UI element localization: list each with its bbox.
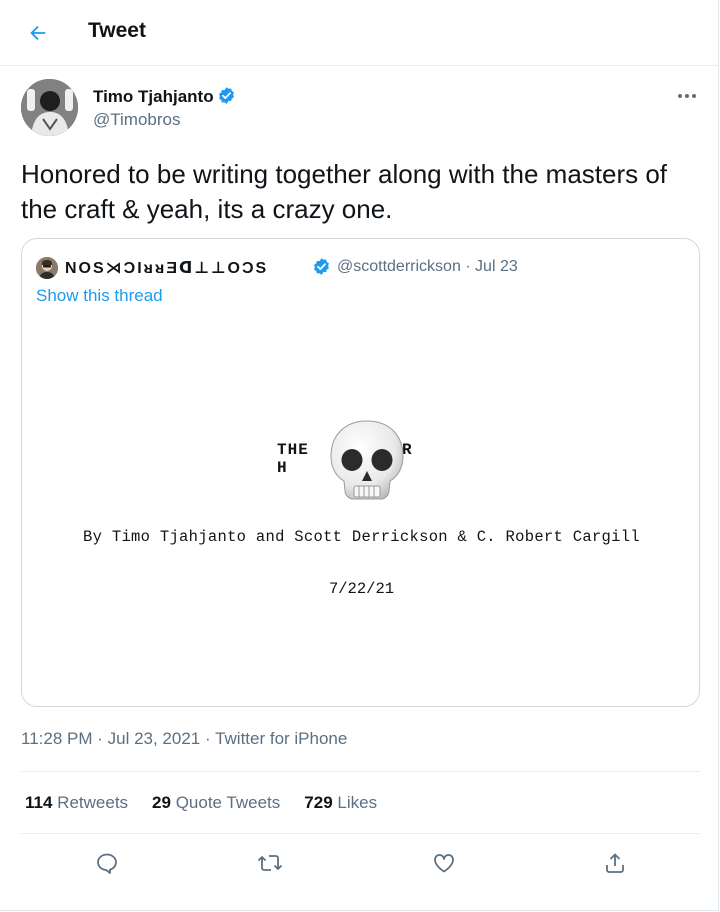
like-icon — [434, 854, 454, 873]
divider — [21, 771, 700, 772]
retweets-count: 114 — [25, 793, 53, 812]
quoted-author-avatar[interactable] — [36, 257, 58, 279]
author-name-text: Timo Tjahjanto — [93, 87, 214, 106]
tweet-text: Honored to be writing together along wit… — [21, 159, 668, 224]
more-options-button[interactable] — [672, 84, 702, 108]
divider — [21, 833, 700, 834]
author-avatar[interactable] — [21, 79, 78, 136]
quoted-tweet-card[interactable]: NOS⋊ƆIᴚᴚƎᗡ⊥⊥OƆS @scottderrickson · Jul 2… — [21, 238, 700, 707]
script-byline: By Timo Tjahjanto and Scott Derrickson &… — [83, 528, 640, 546]
share-button[interactable] — [598, 846, 632, 880]
reply-button[interactable] — [90, 846, 124, 880]
like-button[interactable] — [427, 846, 461, 880]
reply-icon — [97, 853, 117, 874]
likes-count: 729 — [304, 793, 333, 812]
quote-tweets-count: 29 — [152, 793, 171, 812]
avatar-photo — [21, 79, 78, 136]
tweet-page: Tweet Timo Tjahjanto @Timobros Honored t… — [0, 0, 719, 911]
retweets-label: Retweets — [57, 793, 129, 812]
script-title-start: THE H — [277, 441, 309, 477]
tweet-source[interactable]: Twitter for iPhone — [215, 729, 347, 748]
tweet-stats: 114 Retweets 29 Quote Tweets 729 Likes — [25, 793, 401, 813]
action-bar — [0, 846, 719, 886]
show-thread-link[interactable]: Show this thread — [36, 286, 163, 306]
verified-badge-icon — [218, 87, 234, 104]
more-dots-icon — [678, 94, 696, 98]
share-icon — [606, 853, 624, 873]
quoted-handle-date: @scottderrickson · Jul 23 — [337, 258, 518, 275]
quoted-author-name[interactable]: NOS⋊ƆIᴚᴚƎᗡ⊥⊥OƆS — [65, 258, 268, 278]
quoted-verified-badge-icon — [314, 258, 329, 275]
author-name[interactable]: Timo Tjahjanto — [93, 86, 236, 107]
quote-tweets-stat[interactable]: 29 Quote Tweets — [152, 793, 280, 813]
author-handle[interactable]: @Timobros — [93, 110, 180, 130]
quoted-avatar-photo — [36, 257, 58, 279]
page-header: Tweet — [0, 0, 719, 66]
script-date: 7/22/21 — [328, 580, 395, 598]
arrow-left-icon — [30, 25, 46, 41]
likes-label: Likes — [337, 793, 378, 812]
tweet-meta: 11:28 PM · Jul 23, 2021 · Twitter for iP… — [21, 729, 348, 748]
likes-stat[interactable]: 729 Likes — [304, 793, 377, 813]
retweet-icon — [257, 855, 283, 871]
retweet-button[interactable] — [253, 846, 287, 880]
tweet-timestamp[interactable]: 11:28 PM · Jul 23, 2021 — [21, 729, 200, 748]
skull-emoji — [330, 420, 404, 500]
back-button[interactable] — [22, 17, 54, 49]
page-title: Tweet — [88, 19, 146, 42]
quote-tweets-label: Quote Tweets — [175, 793, 281, 812]
retweets-stat[interactable]: 114 Retweets — [25, 793, 128, 813]
quoted-media-image[interactable]: THE H R By Timo Tjahjanto and Scott Derr… — [22, 311, 699, 706]
